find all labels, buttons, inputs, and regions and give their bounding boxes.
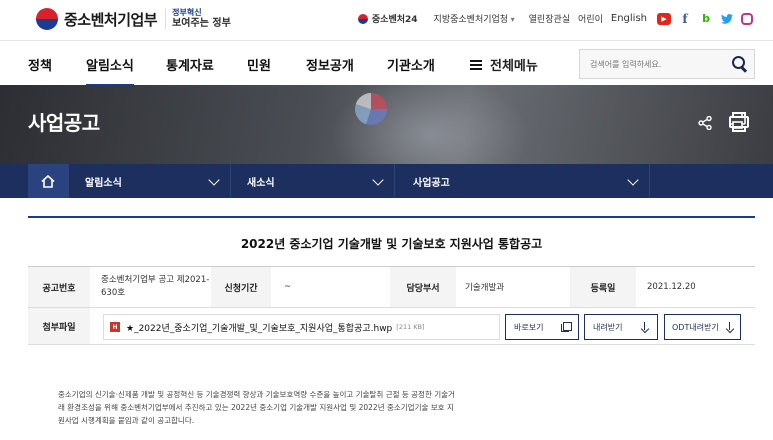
view-button-label: 바로보기 — [514, 322, 544, 332]
attachment-filename: ★_2022년_중소기업_기술개발_및_기술보호_지원사업_통합공고.hwp — [126, 323, 393, 334]
page-title: 사업공고 — [28, 111, 100, 135]
sns-links: ▶ f b — [657, 12, 753, 26]
nav-statistics[interactable]: 통계자료 — [166, 55, 214, 74]
nav-news[interactable]: 알림소식 — [86, 55, 134, 87]
dept-value: 기술개발과 — [465, 283, 505, 293]
gov-innovation-badge[interactable]: 정부혁신 보여주는 정부 — [165, 8, 231, 29]
article-title: 2022년 중소기업 기술개발 및 기술보호 지원사업 통합공고 — [240, 237, 543, 251]
meta-row-attachments: 첨부파일 H ★_2022년_중소기업_기술개발_및_기술보호_지원사업_통합공… — [28, 308, 755, 345]
article-view: 2022년 중소기업 기술개발 및 기술보호 지원사업 통합공고 공고번호 중소… — [28, 216, 755, 345]
period-value: ~ — [284, 282, 292, 292]
download-button-label: 내려받기 — [593, 322, 623, 332]
sme24-link[interactable]: 중소벤처24 — [357, 12, 418, 25]
home-button[interactable] — [28, 164, 68, 198]
badge-main-text: 보여주는 정부 — [172, 17, 231, 29]
search-icon[interactable] — [732, 56, 746, 70]
blog-icon[interactable]: b — [699, 12, 713, 25]
meta-row-1: 공고번호 중소벤처기업부 공고 제2021-630호 신청기간 ~ 담당부서 기… — [28, 267, 755, 308]
breadcrumb-divider — [649, 164, 650, 198]
article-body: 중소기업의 신기술·신제품 개발 및 공정혁신 등 기술경쟁력 향상과 기술보호… — [58, 390, 455, 425]
download-button[interactable]: 내려받기 — [584, 314, 658, 340]
notice-no-value: 중소벤처기업부 공고 제2021-630호 — [101, 275, 210, 298]
location-bar: 알림소식 새소식 사업공고 — [0, 164, 773, 198]
search-box — [579, 49, 755, 79]
chevron-down-icon — [372, 174, 384, 186]
nav-civil-petition[interactable]: 민원 — [247, 55, 271, 74]
article-meta-table: 공고번호 중소벤처기업부 공고 제2021-630호 신청기간 ~ 담당부서 기… — [28, 266, 755, 345]
breadcrumb-level1[interactable]: 알림소식 — [68, 164, 230, 198]
notice-no-label: 공고번호 — [28, 267, 90, 307]
page-banner: 사업공고 — [0, 85, 773, 164]
breadcrumb-level3[interactable]: 사업공고 — [394, 164, 649, 198]
nav-about[interactable]: 기관소개 — [387, 55, 435, 74]
banner-pie-decoration — [355, 93, 387, 125]
period-label: 신청기간 — [211, 267, 271, 307]
search-input[interactable] — [580, 50, 720, 78]
minister-office-link[interactable]: 열린장관실 — [529, 12, 570, 25]
hamburger-icon — [470, 59, 482, 70]
badge-small-text: 정부혁신 — [172, 8, 202, 18]
new-window-icon — [561, 322, 572, 332]
site-logo[interactable]: 중소벤처기업부 정부혁신 보여주는 정부 — [36, 8, 231, 30]
top-utility-bar: 중소벤처기업부 정부혁신 보여주는 정부 중소벤처24 지방중소벤처기업청 열린… — [0, 0, 773, 40]
breadcrumb-level3-label: 사업공고 — [413, 177, 450, 189]
odt-download-button[interactable]: ODT내려받기 — [664, 314, 741, 340]
home-icon — [41, 174, 55, 188]
breadcrumb-level2-label: 새소식 — [247, 177, 275, 189]
view-button[interactable]: 바로보기 — [505, 314, 579, 340]
chevron-down-icon — [627, 174, 639, 186]
breadcrumb-level2[interactable]: 새소식 — [230, 164, 394, 198]
attachment-size: [211 KB] — [396, 323, 425, 331]
english-link[interactable]: English — [611, 13, 647, 24]
attachment-file[interactable]: H ★_2022년_중소기업_기술개발_및_기술보호_지원사업_통합공고.hwp… — [103, 314, 500, 340]
hwp-file-icon: H — [110, 322, 120, 332]
all-menu-button[interactable]: 전체메뉴 — [470, 55, 538, 74]
date-label: 등록일 — [570, 267, 636, 307]
sme24-label: 중소벤처24 — [371, 15, 418, 25]
instagram-icon[interactable] — [741, 12, 753, 25]
facebook-icon[interactable]: f — [678, 12, 692, 26]
download-icon — [640, 322, 650, 332]
download-icon — [725, 322, 735, 332]
youtube-icon[interactable]: ▶ — [657, 12, 671, 25]
kids-link[interactable]: 어린이 — [578, 12, 603, 25]
all-menu-label: 전체메뉴 — [490, 59, 538, 74]
share-icon[interactable] — [698, 115, 712, 131]
nav-policy[interactable]: 정책 — [28, 55, 52, 74]
utility-links: 중소벤처24 지방중소벤처기업청 열린장관실 어린이 English ▶ f b — [357, 12, 753, 26]
dept-label: 담당부서 — [390, 267, 456, 307]
region-office-dropdown[interactable]: 지방중소벤처기업청 — [434, 12, 515, 25]
nav-info-disclosure[interactable]: 정보공개 — [306, 55, 354, 74]
logo-text: 중소벤처기업부 — [64, 10, 158, 29]
date-value: 2021.12.20 — [647, 282, 696, 292]
twitter-icon[interactable] — [720, 13, 734, 25]
chevron-down-icon — [208, 174, 220, 186]
article-top-border — [28, 216, 755, 218]
main-navigation: 정책 알림소식 통계자료 민원 정보공개 기관소개 전체메뉴 — [0, 40, 773, 87]
sme24-logo-icon — [357, 13, 368, 24]
taegeuk-logo-icon — [36, 8, 58, 30]
attach-label: 첨부파일 — [28, 308, 90, 344]
print-icon[interactable] — [729, 112, 749, 129]
breadcrumb-level1-label: 알림소식 — [85, 177, 122, 189]
odt-download-label: ODT내려받기 — [672, 322, 719, 332]
